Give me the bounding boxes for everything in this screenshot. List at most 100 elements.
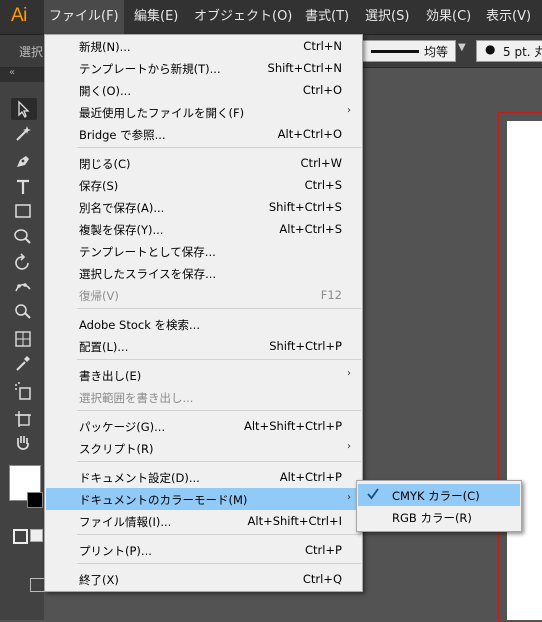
- menu-select[interactable]: 選択(S): [360, 0, 414, 34]
- menu-file[interactable]: ファイル(F): [44, 0, 124, 34]
- menu-item-print[interactable]: プリント(P)... Ctrl+P: [46, 539, 361, 561]
- submenu-item-cmyk[interactable]: CMYK カラー(C): [358, 484, 520, 506]
- rectangle-tool[interactable]: [11, 200, 37, 222]
- menu-item-save[interactable]: 保存(S) Ctrl+S: [46, 174, 361, 196]
- menu-item-label: パッケージ(G)...: [79, 420, 166, 434]
- menu-item-document-setup[interactable]: ドキュメント設定(D)... Alt+Ctrl+P: [46, 466, 361, 488]
- menu-item-label: 書き出し(E): [79, 369, 142, 383]
- rotate-tool[interactable]: [11, 252, 37, 274]
- draw-normal-mode-button[interactable]: [13, 529, 28, 544]
- menu-item-save-selected-slices[interactable]: 選択したスライスを保存...: [46, 262, 361, 284]
- chevron-right-icon: ›: [347, 492, 351, 503]
- stroke-color-swatch[interactable]: [27, 492, 43, 508]
- color-mode-submenu: CMYK カラー(C) RGB カラー(R): [356, 480, 522, 532]
- menu-item-label: テンプレートから新規(T)...: [79, 62, 221, 76]
- menu-item-save-copy[interactable]: 複製を保存(Y)... Alt+Ctrl+S: [46, 218, 361, 240]
- menu-item-label: 選択したスライスを保存...: [79, 267, 217, 281]
- paintbrush-icon: [14, 229, 31, 244]
- menu-item-close[interactable]: 閉じる(C) Ctrl+W: [46, 152, 361, 174]
- stroke-profile-dropdown[interactable]: 均等: [362, 40, 456, 62]
- menu-item-label: 新規(N)...: [79, 40, 131, 54]
- menu-item-label: 開く(O)...: [79, 84, 131, 98]
- arrow-pointer-icon: [18, 100, 30, 119]
- puppet-warp-tool[interactable]: [11, 276, 37, 298]
- menu-item-label: 閉じる(C): [79, 157, 131, 171]
- menu-item-shortcut: Alt+Ctrl+P: [279, 470, 342, 484]
- menu-separator: [77, 563, 361, 564]
- menu-view[interactable]: 表示(V): [481, 0, 536, 34]
- menu-item-scripts[interactable]: スクリプト(R) ›: [46, 437, 361, 459]
- toolbar-header: «: [0, 67, 44, 82]
- menu-item-shortcut: Ctrl+Q: [302, 572, 342, 586]
- double-chevron-left-icon[interactable]: «: [9, 67, 15, 78]
- menu-item-label: 選択範囲を書き出し...: [79, 391, 194, 405]
- menu-item-shortcut: Shift+Ctrl+N: [267, 61, 342, 75]
- artboard-tool[interactable]: [11, 408, 37, 430]
- menu-item-shortcut: Shift+Ctrl+S: [268, 200, 342, 214]
- menu-bar: Ai ファイル(F) 編集(E) オブジェクト(O) 書式(T) 選択(S) 効…: [0, 0, 542, 35]
- menu-item-shortcut: Ctrl+W: [300, 156, 342, 170]
- tools-panel: [0, 82, 46, 620]
- menu-item-shortcut: Ctrl+O: [302, 83, 342, 97]
- symbol-sprayer-icon: [15, 382, 31, 400]
- menu-item-label: テンプレートとして保存...: [79, 245, 216, 259]
- menu-item-label: 別名で保存(A)...: [79, 201, 165, 215]
- menu-effect[interactable]: 効果(C): [421, 0, 476, 34]
- menu-item-label: 終了(X): [79, 573, 119, 587]
- menu-type[interactable]: 書式(T): [300, 0, 354, 34]
- artboard-icon: [15, 411, 31, 427]
- submenu-item-rgb[interactable]: RGB カラー(R): [358, 506, 520, 528]
- hand-icon: [17, 436, 29, 450]
- menu-item-label: スクリプト(R): [79, 442, 154, 456]
- menu-item-browse-in-bridge[interactable]: Bridge で参照... Alt+Ctrl+O: [46, 123, 361, 145]
- chevron-right-icon: ›: [347, 441, 351, 452]
- menu-item-shortcut: Alt+Shift+Ctrl+I: [247, 514, 342, 528]
- paintbrush-tool[interactable]: [11, 224, 37, 246]
- eyedropper-tool[interactable]: [11, 352, 37, 374]
- chevron-right-icon: ›: [347, 105, 351, 116]
- draw-behind-mode-button[interactable]: [30, 529, 43, 542]
- type-tool[interactable]: [11, 176, 37, 198]
- pen-icon: [17, 156, 29, 167]
- hand-tool[interactable]: [11, 432, 37, 454]
- menu-item-place[interactable]: 配置(L)... Shift+Ctrl+P: [46, 335, 361, 357]
- perspective-grid-icon: [15, 331, 31, 347]
- menu-item-save-as-template[interactable]: テンプレートとして保存...: [46, 240, 361, 262]
- magic-wand-tool[interactable]: [11, 122, 37, 144]
- shape-builder-tool[interactable]: [11, 300, 37, 322]
- menu-item-shortcut: Alt+Ctrl+S: [279, 222, 342, 236]
- menu-item-file-info[interactable]: ファイル情報(I)... Alt+Shift+Ctrl+I: [46, 510, 361, 532]
- menu-item-export[interactable]: 書き出し(E) ›: [46, 364, 361, 386]
- menu-item-package[interactable]: パッケージ(G)... Alt+Shift+Ctrl+P: [46, 415, 361, 437]
- menu-item-new[interactable]: 新規(N)... Ctrl+N: [46, 35, 361, 57]
- brush-size-label: 5 pt. 丸: [503, 45, 542, 59]
- artboard-canvas[interactable]: [507, 121, 542, 620]
- menu-edit[interactable]: 編集(E): [129, 0, 183, 34]
- submenu-item-label: RGB カラー(R): [392, 511, 472, 525]
- menu-item-new-from-template[interactable]: テンプレートから新規(T)... Shift+Ctrl+N: [46, 57, 361, 79]
- menu-item-exit[interactable]: 終了(X) Ctrl+Q: [46, 568, 361, 590]
- selection-tool[interactable]: [11, 98, 37, 120]
- menu-object[interactable]: オブジェクト(O): [189, 0, 297, 34]
- brush-definition-dropdown[interactable]: ● 5 pt. 丸: [476, 40, 542, 62]
- menu-separator: [77, 461, 361, 462]
- puppet-warp-icon: [15, 283, 31, 292]
- chevron-down-icon[interactable]: ▼: [458, 42, 466, 53]
- menu-item-search-adobe-stock[interactable]: Adobe Stock を検索...: [46, 313, 361, 335]
- menu-separator: [77, 410, 361, 411]
- menu-item-shortcut: Shift+Ctrl+P: [269, 339, 342, 353]
- menu-item-label: プリント(P)...: [79, 544, 152, 558]
- menu-separator: [77, 147, 361, 148]
- menu-item-open[interactable]: 開く(O)... Ctrl+O: [46, 79, 361, 101]
- rotate-icon: [15, 253, 29, 270]
- menu-item-label: 保存(S): [79, 179, 119, 193]
- menu-item-document-color-mode[interactable]: ドキュメントのカラーモード(M) ›: [46, 488, 361, 510]
- symbol-sprayer-tool[interactable]: [11, 380, 37, 402]
- menu-item-open-recent[interactable]: 最近使用したファイルを開く(F) ›: [46, 101, 361, 123]
- perspective-grid-tool[interactable]: [11, 328, 37, 350]
- menu-item-label: Adobe Stock を検索...: [79, 318, 200, 332]
- menu-item-save-as[interactable]: 別名で保存(A)... Shift+Ctrl+S: [46, 196, 361, 218]
- menu-item-label: Bridge で参照...: [79, 128, 166, 142]
- menu-item-label: 複製を保存(Y)...: [79, 223, 164, 237]
- pen-tool[interactable]: [11, 150, 37, 172]
